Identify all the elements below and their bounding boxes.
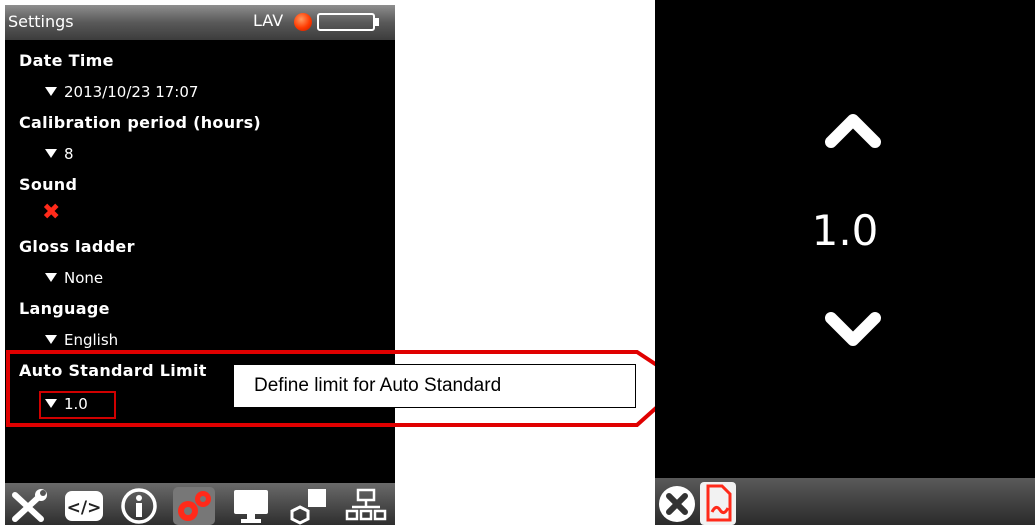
cancel-icon[interactable] bbox=[657, 484, 697, 524]
chevron-up-icon[interactable] bbox=[823, 110, 883, 150]
chevron-down-icon[interactable] bbox=[823, 310, 883, 350]
document-sign-icon[interactable] bbox=[700, 482, 736, 525]
value-editor-screen: 1.0 bbox=[655, 0, 1035, 525]
editor-toolbar bbox=[655, 478, 1035, 525]
callout-label: Define limit for Auto Standard bbox=[233, 364, 636, 408]
limit-value: 1.0 bbox=[811, 206, 879, 255]
